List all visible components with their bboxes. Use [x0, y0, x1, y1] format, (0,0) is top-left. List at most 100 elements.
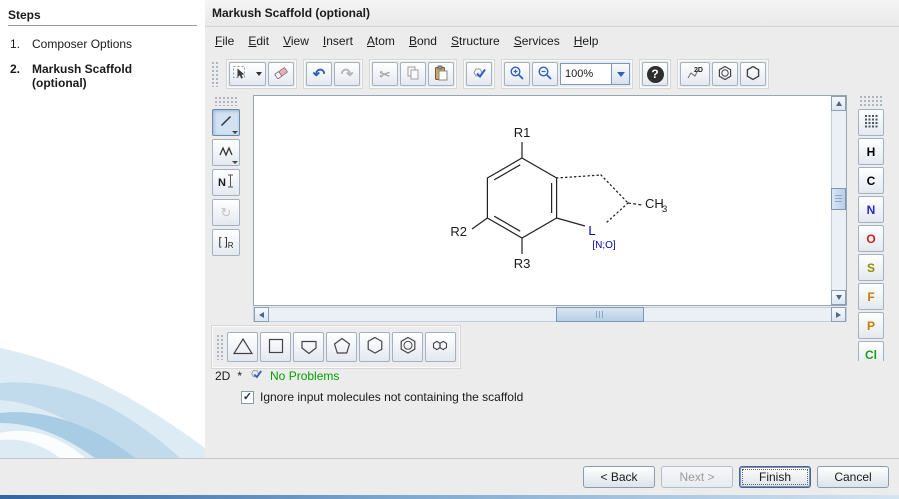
scissors-icon: ✂ — [380, 68, 391, 81]
dotted-ring-bonds — [557, 175, 628, 223]
hexagon-circle-icon — [717, 65, 733, 84]
methyl-subscript: 3 — [662, 204, 667, 215]
markush-scaffold-structure[interactable]: R1 R2 R3 CH 3 L [N;O] — [254, 96, 833, 305]
element-button-h[interactable]: H — [858, 138, 884, 165]
step-number: 1. — [10, 37, 32, 51]
eraser-tool-button[interactable] — [268, 62, 294, 86]
structure-check-status-icon[interactable] — [249, 367, 263, 384]
scroll-left-button[interactable] — [254, 307, 269, 322]
menu-bond[interactable]: Bond — [402, 32, 444, 52]
menu-bar: File Edit View Insert Atom Bond Structur… — [208, 32, 605, 52]
bond-tool-button[interactable] — [212, 109, 240, 136]
step-label: Composer Options — [32, 37, 164, 51]
zoom-out-icon — [537, 65, 553, 84]
structure-checker-button[interactable] — [466, 62, 492, 86]
next-button[interactable]: Next > — [661, 466, 733, 488]
cyclohexane-template-button[interactable] — [359, 332, 390, 362]
bracket-label: [ ] — [219, 236, 228, 248]
page-title: Markush Scaffold (optional) — [205, 0, 899, 27]
element-button-f[interactable]: F — [858, 283, 884, 310]
dropdown-arrow-icon — [256, 72, 262, 76]
cut-button[interactable]: ✂ — [372, 62, 398, 86]
square-ring-icon — [265, 335, 287, 360]
molecule-canvas[interactable]: R1 R2 R3 CH 3 L [N;O] — [253, 95, 847, 306]
help-button[interactable]: ? — [642, 62, 668, 86]
aromatic-ring-display-button[interactable] — [712, 62, 738, 86]
modified-indicator: * — [237, 369, 242, 383]
menu-help[interactable]: Help — [567, 32, 606, 52]
content-panel: Markush Scaffold (optional) File Edit Vi… — [205, 0, 899, 458]
undo-icon: ↶ — [313, 67, 326, 82]
selection-cursor-icon — [232, 65, 248, 84]
structure-check-message: No Problems — [270, 369, 339, 383]
finish-button[interactable]: Finish — [739, 466, 811, 488]
toolbar-drag-handle[interactable] — [211, 61, 220, 87]
ignore-molecules-checkbox[interactable]: ✓ — [241, 391, 254, 404]
redo-button[interactable]: ↷ — [334, 62, 360, 86]
checkmark-icon: ✓ — [243, 392, 252, 403]
toolbar-drag-handle[interactable] — [214, 96, 238, 106]
cancel-button[interactable]: Cancel — [817, 466, 889, 488]
element-button-cl[interactable]: Cl — [858, 341, 884, 361]
menu-structure[interactable]: Structure — [444, 32, 507, 52]
undo-button[interactable]: ↶ — [306, 62, 332, 86]
element-button-o[interactable]: O — [858, 225, 884, 252]
kekule-ring-display-button[interactable] — [740, 62, 766, 86]
toolbar-drag-handle[interactable] — [859, 95, 883, 107]
atom-text-tool-button[interactable]: N — [212, 169, 240, 196]
display-options-group: 2D — [677, 59, 769, 89]
chain-tool-button[interactable] — [212, 139, 240, 166]
cyclopentadiene-template-button[interactable] — [293, 332, 324, 362]
zoom-in-button[interactable] — [504, 62, 530, 86]
vertical-scrollbar[interactable] — [831, 96, 846, 305]
menu-file[interactable]: File — [208, 32, 241, 52]
element-button-p[interactable]: P — [858, 312, 884, 339]
horizontal-scrollbar-thumb[interactable] — [556, 307, 644, 322]
cyclopropane-template-button[interactable] — [227, 332, 258, 362]
dropdown-arrow-icon — [232, 161, 238, 164]
cyclopentane-template-button[interactable] — [326, 332, 357, 362]
element-button-n[interactable]: N — [858, 196, 884, 223]
back-button[interactable]: < Back — [583, 466, 655, 488]
scroll-down-button[interactable] — [831, 290, 846, 305]
menu-insert[interactable]: Insert — [316, 32, 360, 52]
zoom-dropdown-button[interactable] — [612, 63, 630, 85]
drawing-tools-toolbar: N ↻ [ ]R — [211, 96, 241, 256]
wizard-footer: < Back Next > Finish Cancel — [0, 458, 899, 495]
reaction-tool-button[interactable]: ↻ — [212, 199, 240, 226]
toolbar-drag-handle[interactable] — [216, 334, 225, 360]
benzene-template-button[interactable] — [392, 332, 423, 362]
zoom-value-field[interactable]: 100% — [560, 63, 612, 85]
r3-label: R3 — [514, 256, 531, 271]
naphthalene-template-button[interactable] — [425, 332, 456, 362]
link-atom-label: L — [588, 223, 595, 238]
menu-view[interactable]: View — [276, 32, 316, 52]
hexagon-icon — [745, 65, 761, 84]
scroll-right-button[interactable] — [831, 307, 846, 322]
triangle-left-icon — [259, 312, 264, 318]
copy-button[interactable] — [400, 62, 426, 86]
cyclobutane-template-button[interactable] — [260, 332, 291, 362]
methyl-label: CH — [645, 196, 664, 211]
hexagon-ring-icon — [364, 335, 386, 360]
select-tool-button[interactable] — [229, 62, 266, 86]
dimension-mode-label: 2D — [215, 369, 230, 383]
menu-atom[interactable]: Atom — [360, 32, 402, 52]
group-bracket-tool-button[interactable]: [ ]R — [212, 229, 240, 256]
steps-title: Steps — [8, 8, 197, 26]
clean-2d-button[interactable]: 2D — [680, 62, 710, 86]
zoom-out-button[interactable] — [532, 62, 558, 86]
text-caret-icon — [227, 174, 234, 191]
element-button-c[interactable]: C — [858, 167, 884, 194]
vertical-scrollbar-thumb[interactable] — [831, 188, 846, 210]
element-button-s[interactable]: S — [858, 254, 884, 281]
menu-edit[interactable]: Edit — [241, 32, 276, 52]
horizontal-scrollbar[interactable] — [253, 307, 847, 322]
single-bond-icon — [218, 113, 234, 132]
menu-services[interactable]: Services — [507, 32, 567, 52]
bracket-subscript: R — [228, 241, 234, 250]
paste-button[interactable] — [428, 62, 454, 86]
benzene-ring-icon — [397, 335, 419, 360]
periodic-table-button[interactable] — [858, 109, 884, 136]
scroll-up-button[interactable] — [831, 96, 846, 111]
